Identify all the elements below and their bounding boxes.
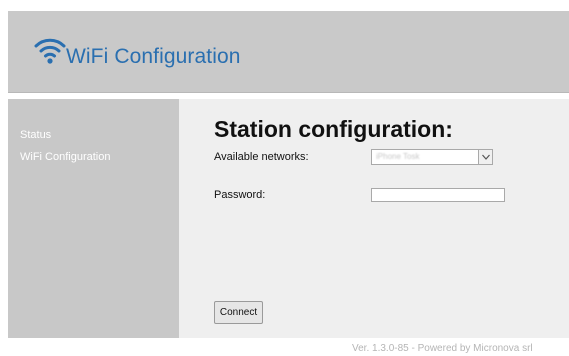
sidebar: Status WiFi Configuration: [8, 99, 179, 338]
selected-network-value: iPhone Tosk: [376, 152, 420, 161]
wifi-icon: [34, 35, 66, 65]
sidebar-item-status[interactable]: Status: [20, 129, 51, 141]
app-title: WiFi Configuration: [66, 45, 241, 68]
available-networks-select[interactable]: iPhone Tosk: [371, 149, 493, 165]
available-networks-label: Available networks:: [214, 151, 309, 163]
password-input[interactable]: [371, 188, 505, 202]
password-label: Password:: [214, 189, 266, 201]
page-title: Station configuration:: [214, 116, 453, 142]
header: WiFi Configuration: [8, 11, 569, 93]
chevron-down-icon[interactable]: [478, 150, 492, 164]
footer-version-text: Ver. 1.3.0-85 - Powered by Micronova srl: [352, 343, 533, 354]
sidebar-item-wifi-configuration[interactable]: WiFi Configuration: [20, 151, 110, 163]
main-panel: Station configuration: Available network…: [179, 99, 569, 338]
connect-button[interactable]: Connect: [214, 301, 263, 324]
